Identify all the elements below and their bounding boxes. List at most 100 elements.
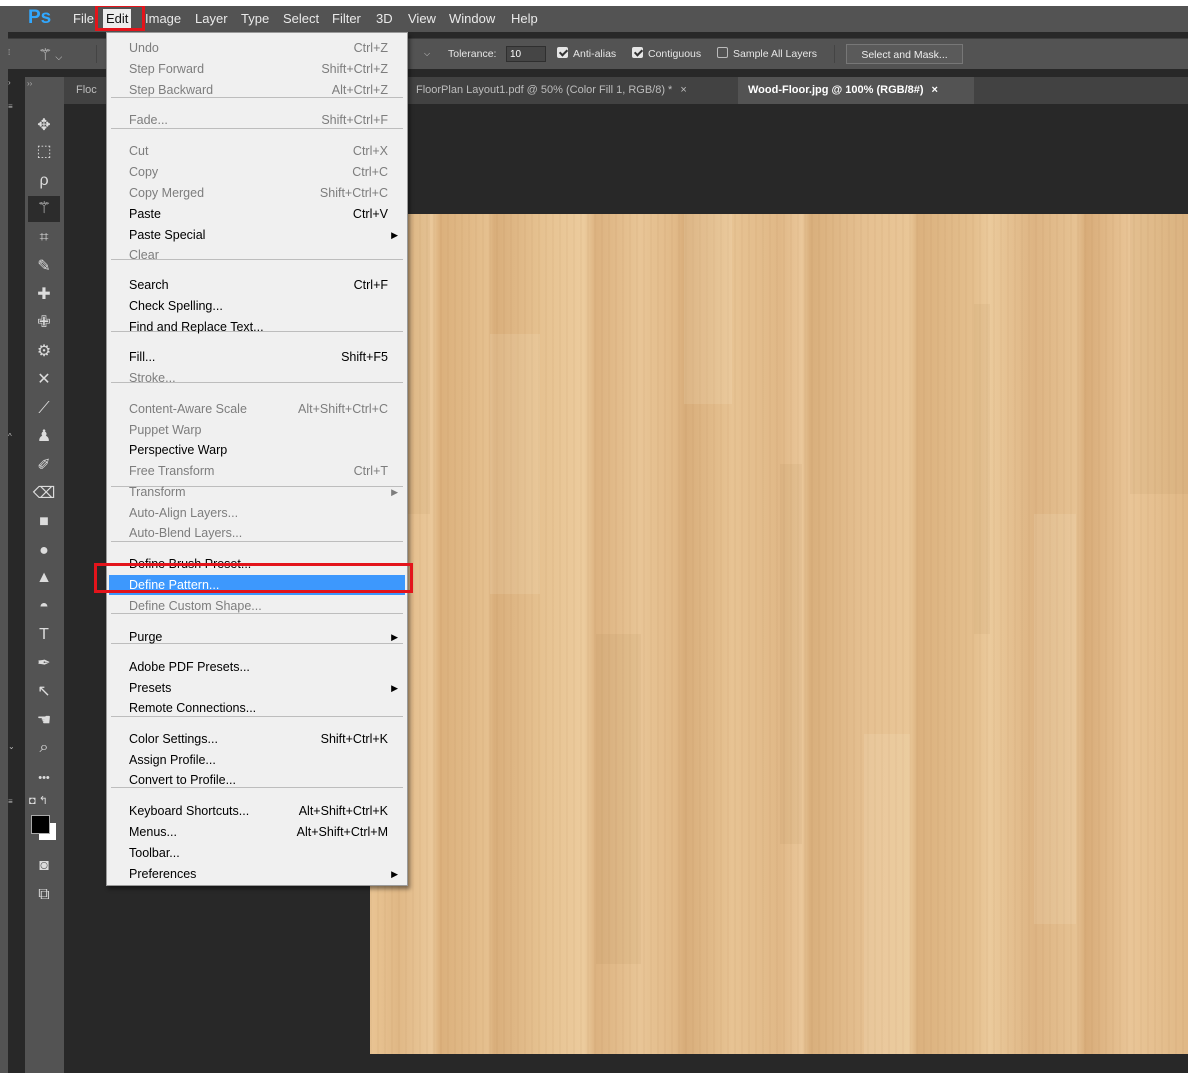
lasso-tool-icon[interactable]: ρ — [28, 168, 60, 194]
tool-preset-icon[interactable]: ⚚ ⌵ — [38, 45, 62, 65]
tab-floorplan-layout[interactable]: FloorPlan Layout1.pdf @ 50% (Color Fill … — [416, 77, 746, 104]
foreground-color-swatch[interactable] — [31, 815, 50, 834]
menu-item-auto-blend-layers[interactable]: Auto-Blend Layers... — [107, 523, 407, 543]
zoom-tool-icon[interactable]: ⌕ — [28, 735, 60, 761]
expand-panel-icon[interactable]: › — [8, 78, 11, 87]
menu-item-content-aware-scale[interactable]: Content-Aware Scale Alt+Shift+Ctrl+C — [107, 399, 407, 419]
menu-item-keyboard-shortcuts[interactable]: Keyboard Shortcuts... Alt+Shift+Ctrl+K — [107, 801, 407, 821]
menu-item-paste-special[interactable]: Paste Special ▶ — [107, 225, 407, 245]
scroll-down-icon[interactable]: ⌄ — [8, 742, 15, 751]
patch-tool-icon[interactable]: ⚙ — [28, 339, 60, 365]
dodge-tool-icon[interactable]: ◓ — [28, 594, 60, 620]
menu-3d[interactable]: 3D — [376, 11, 393, 26]
menu-item-purge[interactable]: Purge ▶ — [107, 627, 407, 647]
spot-healing-tool-icon[interactable]: ✚ — [28, 282, 60, 308]
hand-tool-icon[interactable]: ☚ — [28, 708, 60, 734]
menu-file[interactable]: File — [73, 11, 94, 26]
eyedropper-tool-icon[interactable]: ✎ — [28, 254, 60, 280]
menu-item-assign-profile[interactable]: Assign Profile... — [107, 750, 407, 770]
type-tool-icon[interactable]: T — [28, 622, 60, 648]
clone-stamp-tool-icon[interactable]: ♟ — [28, 424, 60, 450]
magic-wand-tool-icon[interactable]: ⚚ — [28, 196, 60, 222]
menu-item-menus[interactable]: Menus... Alt+Shift+Ctrl+M — [107, 822, 407, 842]
menu-item-define-pattern[interactable]: Define Pattern... — [109, 575, 405, 595]
content-aware-move-tool-icon[interactable]: ✕ — [28, 367, 60, 393]
menu-item-presets[interactable]: Presets ▶ — [107, 678, 407, 698]
history-brush-tool-icon[interactable]: ✐ — [28, 453, 60, 479]
menu-item-search[interactable]: Search Ctrl+F — [107, 275, 407, 295]
menu-item-color-settings[interactable]: Color Settings... Shift+Ctrl+K — [107, 729, 407, 749]
menu-select[interactable]: Select — [283, 11, 319, 26]
menu-item-convert-to-profile[interactable]: Convert to Profile... — [107, 770, 407, 790]
menu-type[interactable]: Type — [241, 11, 269, 26]
toolbar-collapse-icon[interactable]: ›› — [27, 79, 32, 88]
menu-item-clear[interactable]: Clear — [107, 245, 407, 265]
panel-grip-icon[interactable]: ≡ — [8, 797, 13, 806]
menu-item-stroke[interactable]: Stroke... — [107, 368, 407, 388]
menu-filter[interactable]: Filter — [332, 11, 361, 26]
menu-view[interactable]: View — [408, 11, 436, 26]
more-tools-icon[interactable]: ••• — [28, 765, 60, 791]
healing-brush-tool-icon[interactable]: ✙ — [28, 310, 60, 336]
sample-all-layers-checkbox[interactable] — [717, 47, 728, 58]
menu-window[interactable]: Window — [449, 11, 495, 26]
menu-item-shortcut: Alt+Shift+Ctrl+M — [296, 825, 388, 839]
path-selection-tool-icon[interactable]: ↖ — [28, 679, 60, 705]
anti-alias-checkbox[interactable] — [557, 47, 568, 58]
menu-item-label: Step Backward — [129, 83, 214, 97]
tolerance-input[interactable]: 10 — [506, 46, 546, 62]
menu-item-toolbar[interactable]: Toolbar... — [107, 843, 407, 863]
close-icon[interactable]: × — [932, 84, 938, 96]
sample-size-chevron-icon[interactable]: ⌵ — [424, 49, 430, 59]
menu-item-label: Purge — [129, 630, 163, 644]
quick-mask-icon[interactable]: ◙ — [28, 853, 60, 879]
menu-item-fade[interactable]: Fade... Shift+Ctrl+F — [107, 110, 407, 130]
gradient-tool-icon[interactable]: ■ — [28, 509, 60, 535]
scroll-up-icon[interactable]: ^ — [8, 432, 12, 441]
tab-document-1[interactable]: Floc — [76, 77, 106, 104]
select-and-mask-button[interactable]: Select and Mask... — [846, 44, 963, 64]
screen-mode-icon[interactable]: ⧉ — [28, 882, 60, 908]
menu-layer[interactable]: Layer — [195, 11, 228, 26]
options-separator — [96, 45, 97, 63]
menu-item-check-spelling[interactable]: Check Spelling... — [107, 296, 407, 316]
menu-item-puppet-warp[interactable]: Puppet Warp — [107, 420, 407, 440]
menu-image[interactable]: Image — [145, 11, 181, 26]
eraser-tool-icon[interactable]: ⌫ — [28, 481, 60, 507]
contiguous-checkbox[interactable] — [632, 47, 643, 58]
panel-grip-icon[interactable]: ⁞ — [8, 48, 10, 57]
blur-tool-icon[interactable]: ● — [28, 538, 60, 564]
menu-item-perspective-warp[interactable]: Perspective Warp — [107, 440, 407, 460]
menu-item-preferences[interactable]: Preferences ▶ — [107, 864, 407, 884]
menu-item-label: Adobe PDF Presets... — [129, 660, 250, 674]
marquee-tool-icon[interactable]: ⬚ — [28, 139, 60, 165]
menu-help[interactable]: Help — [511, 11, 538, 26]
panel-grip-icon[interactable]: ≡ — [8, 102, 13, 111]
close-icon[interactable]: × — [680, 84, 686, 96]
pen-tool-icon[interactable]: ✒ — [28, 651, 60, 677]
brush-tool-icon[interactable]: ⟋ — [28, 396, 60, 422]
menu-edit[interactable]: Edit — [103, 9, 132, 30]
menu-item-step-backward[interactable]: Step Backward Alt+Ctrl+Z — [107, 80, 407, 100]
menu-item-paste[interactable]: Paste Ctrl+V — [107, 204, 407, 224]
menu-item-adobe-pdf-presets[interactable]: Adobe PDF Presets... — [107, 657, 407, 677]
document-canvas-wood-floor[interactable] — [370, 214, 1188, 1054]
swap-colors-icon[interactable]: ◘ ↰ — [29, 794, 48, 807]
menu-item-step-forward[interactable]: Step Forward Shift+Ctrl+Z — [107, 59, 407, 79]
menu-item-free-transform[interactable]: Free Transform Ctrl+T — [107, 461, 407, 481]
menu-item-find-and-replace-text[interactable]: Find and Replace Text... — [107, 317, 407, 337]
menu-item-copy-merged[interactable]: Copy Merged Shift+Ctrl+C — [107, 183, 407, 203]
menu-item-cut[interactable]: Cut Ctrl+X — [107, 141, 407, 161]
menu-item-remote-connections[interactable]: Remote Connections... — [107, 698, 407, 718]
move-tool-icon[interactable]: ✥ — [28, 113, 60, 139]
tab-wood-floor[interactable]: Wood-Floor.jpg @ 100% (RGB/8#) × — [738, 77, 974, 104]
menu-item-define-brush-preset[interactable]: Define Brush Preset... — [107, 554, 407, 574]
menu-item-transform[interactable]: Transform ▶ — [107, 482, 407, 502]
sharpen-tool-icon[interactable]: ▲ — [28, 565, 60, 591]
menu-item-fill[interactable]: Fill... Shift+F5 — [107, 347, 407, 367]
menu-item-define-custom-shape[interactable]: Define Custom Shape... — [107, 596, 407, 616]
crop-tool-icon[interactable]: ⌗ — [28, 225, 60, 251]
menu-item-undo[interactable]: Undo Ctrl+Z — [107, 38, 407, 58]
menu-item-auto-align-layers[interactable]: Auto-Align Layers... — [107, 503, 407, 523]
menu-item-copy[interactable]: Copy Ctrl+C — [107, 162, 407, 182]
